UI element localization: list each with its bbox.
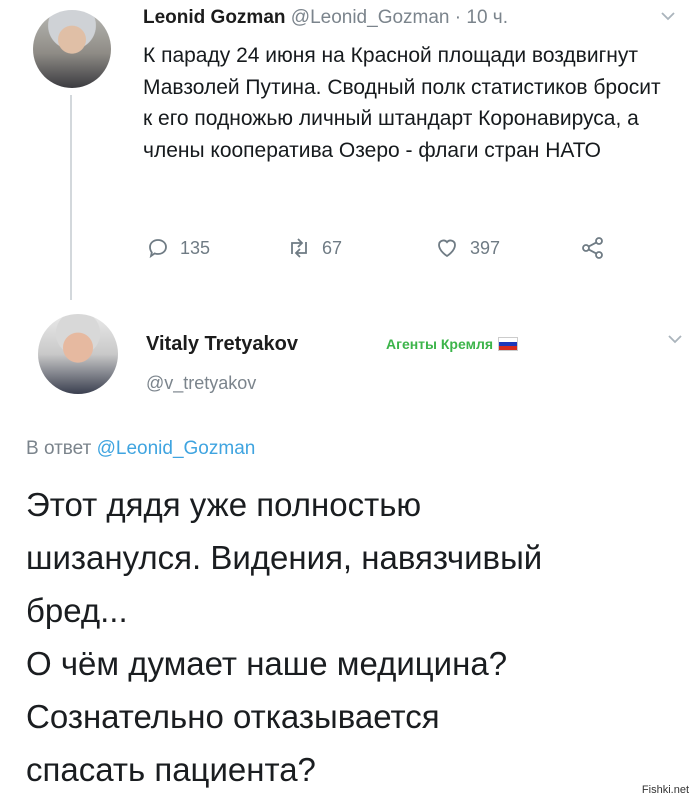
tweet2-line: О чём думает наше медицина? [26, 645, 508, 682]
tweet2-text: Этот дядя уже полностью шизанулся. Виден… [26, 478, 676, 796]
reply-reference: В ответ @Leonid_Gozman [26, 438, 255, 460]
heart-icon [438, 239, 456, 258]
russian-flag-icon [498, 337, 519, 351]
tweet2-handle[interactable]: @v_tretyakov [146, 373, 256, 394]
reply-prefix: В ответ [26, 438, 92, 459]
reply-action[interactable]: 135 [146, 236, 210, 260]
reply-icon [149, 239, 167, 259]
tweet1-author-name[interactable]: Leonid Gozman [143, 7, 286, 28]
tweet1-chevron-down-icon[interactable] [661, 11, 675, 21]
tweet2-line: Этот дядя уже полностью [26, 486, 422, 523]
watermark: Fishki.net [641, 784, 689, 796]
thread-connector-line [70, 95, 72, 300]
like-count: 397 [470, 237, 501, 258]
badge-label: Агенты Кремля [386, 336, 494, 352]
reply-count: 135 [180, 237, 211, 258]
retweet-icon [291, 238, 307, 258]
share-icon [582, 237, 603, 259]
tweet2-author-name[interactable]: Vitaly Tretyakov [146, 333, 298, 356]
tweet2-line: спасать пациента? [26, 751, 316, 788]
tweet2-line: Сознательно отказывается [26, 698, 440, 735]
tweet2-line: бред... [26, 592, 128, 629]
vitaly-tretyakov-avatar[interactable] [38, 314, 118, 394]
tweet2-line: шизанулся. Видения, навязчивый [26, 539, 543, 576]
share-action[interactable] [580, 236, 606, 260]
kremlin-agents-badge: Агенты Кремля [386, 336, 519, 352]
retweet-action[interactable]: 67 [286, 236, 342, 260]
tweet1-header: Leonid Gozman @Leonid_Gozman · 10 ч. [143, 7, 508, 29]
retweet-count: 67 [322, 237, 343, 258]
reply-to-link[interactable]: @Leonid_Gozman [97, 438, 256, 459]
tweet1-time[interactable]: · 10 ч. [455, 7, 508, 28]
tweet1-text: К параду 24 июня на Красной площади возд… [143, 44, 661, 162]
like-action[interactable]: 397 [434, 236, 500, 260]
leonid-gozman-avatar[interactable] [33, 10, 111, 88]
tweet2-chevron-down-icon[interactable] [668, 334, 682, 344]
tweet1-handle[interactable]: @Leonid_Gozman [291, 7, 450, 28]
